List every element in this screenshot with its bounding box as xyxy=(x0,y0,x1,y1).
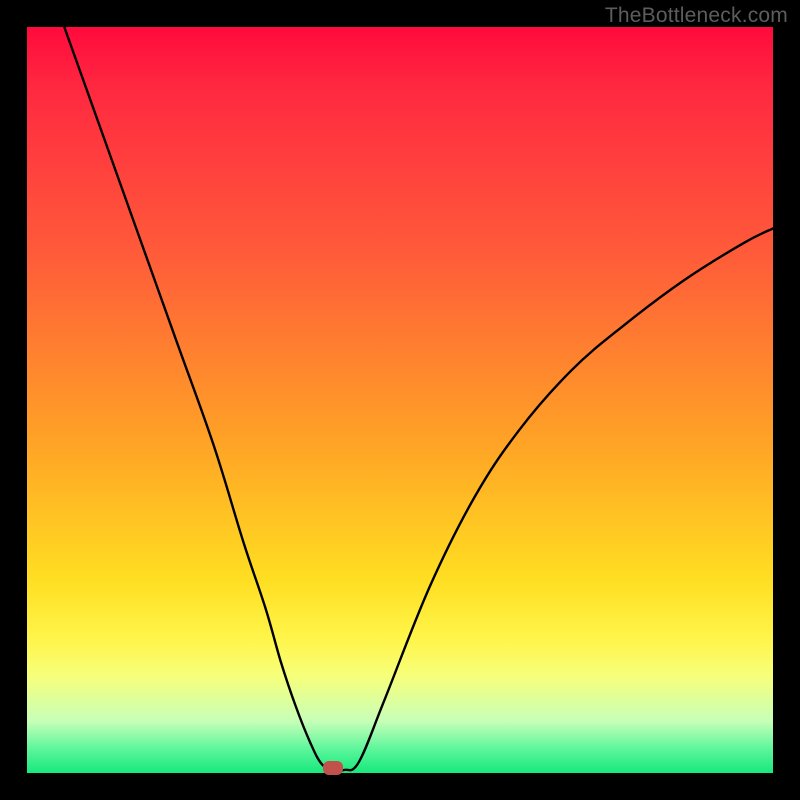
chart-frame: TheBottleneck.com xyxy=(0,0,800,800)
bottleneck-curve xyxy=(64,27,773,771)
watermark-text: TheBottleneck.com xyxy=(605,4,788,28)
curve-layer xyxy=(27,27,773,773)
optimum-marker xyxy=(323,761,343,775)
